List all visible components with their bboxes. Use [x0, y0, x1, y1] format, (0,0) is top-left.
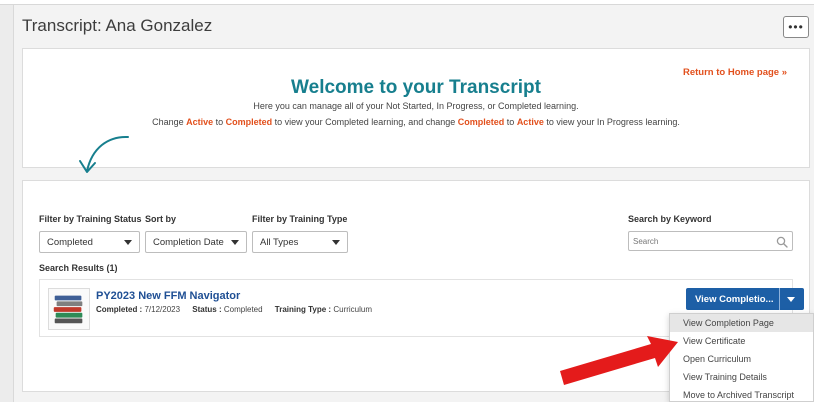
instructions-text: to [504, 117, 517, 127]
status-label: Status : [192, 305, 222, 314]
view-completion-button[interactable]: View Completio... [695, 294, 773, 305]
training-type-value: Curriculum [333, 305, 373, 314]
welcome-title: Welcome to your Transcript [291, 77, 541, 98]
highlight-completed: Completed [457, 117, 505, 127]
left-rail [0, 5, 14, 402]
sort-label: Sort by [145, 214, 177, 224]
instructions-text: to view your In Progress learning. [543, 117, 680, 127]
search-icon[interactable] [776, 236, 788, 248]
welcome-panel: Return to Home page » Welcome to your Tr… [22, 48, 810, 168]
instructions-text: Change [152, 117, 187, 127]
training-type-label: Training Type : [274, 305, 332, 314]
instructions-text: to view your Completed learning, and cha… [272, 117, 458, 127]
page-title: Transcript: Ana Gonzalez [22, 16, 213, 35]
chevron-down-icon[interactable] [787, 297, 795, 302]
chevron-down-icon [231, 240, 239, 245]
welcome-instructions: Change Active to Completed to view your … [23, 117, 809, 127]
training-thumbnail [48, 288, 90, 330]
training-title[interactable]: PY2023 New FFM Navigator [96, 290, 240, 302]
completed-date: 7/12/2023 [144, 305, 181, 314]
type-filter-value: All Types [260, 236, 299, 248]
type-filter-dropdown[interactable]: All Types [252, 231, 348, 253]
view-completion-split-button[interactable]: View Completio... [686, 288, 804, 310]
more-options-button[interactable]: ••• [783, 16, 809, 38]
menu-item-move-to-archived[interactable]: Move to Archived Transcript [670, 386, 813, 402]
status-filter-dropdown[interactable]: Completed [39, 231, 140, 253]
action-dropdown-menu: View Completion Page View Certificate Op… [669, 313, 814, 402]
highlight-completed: Completed [225, 117, 273, 127]
menu-item-open-curriculum[interactable]: Open Curriculum [670, 350, 813, 368]
completed-label: Completed : [96, 305, 143, 314]
training-meta: Completed : 7/12/2023 Status : Completed… [96, 305, 372, 314]
split-divider [779, 288, 780, 310]
menu-item-view-training-details[interactable]: View Training Details [670, 368, 813, 386]
menu-item-view-completion-page[interactable]: View Completion Page [670, 314, 813, 332]
status-value: Completed [223, 305, 263, 314]
sort-value: Completion Date [153, 236, 224, 248]
instructions-text: to [213, 117, 226, 127]
keyword-search-input[interactable] [628, 231, 793, 251]
top-border [0, 0, 814, 5]
highlight-active: Active [186, 117, 214, 127]
chevron-down-icon [332, 240, 340, 245]
menu-item-view-certificate[interactable]: View Certificate [670, 332, 813, 350]
chevron-down-icon [124, 240, 132, 245]
books-stack-icon [53, 295, 83, 324]
status-filter-label: Filter by Training Status [39, 214, 142, 224]
status-filter-value: Completed [47, 236, 93, 248]
search-results-label: Search Results (1) [39, 263, 118, 273]
sort-dropdown[interactable]: Completion Date [145, 231, 247, 253]
red-arrow-icon [560, 336, 678, 385]
curved-arrow-icon [79, 135, 129, 173]
highlight-active: Active [516, 117, 544, 127]
keyword-search-label: Search by Keyword [628, 214, 712, 224]
welcome-subtitle: Here you can manage all of your Not Star… [253, 101, 579, 111]
type-filter-label: Filter by Training Type [252, 214, 348, 224]
